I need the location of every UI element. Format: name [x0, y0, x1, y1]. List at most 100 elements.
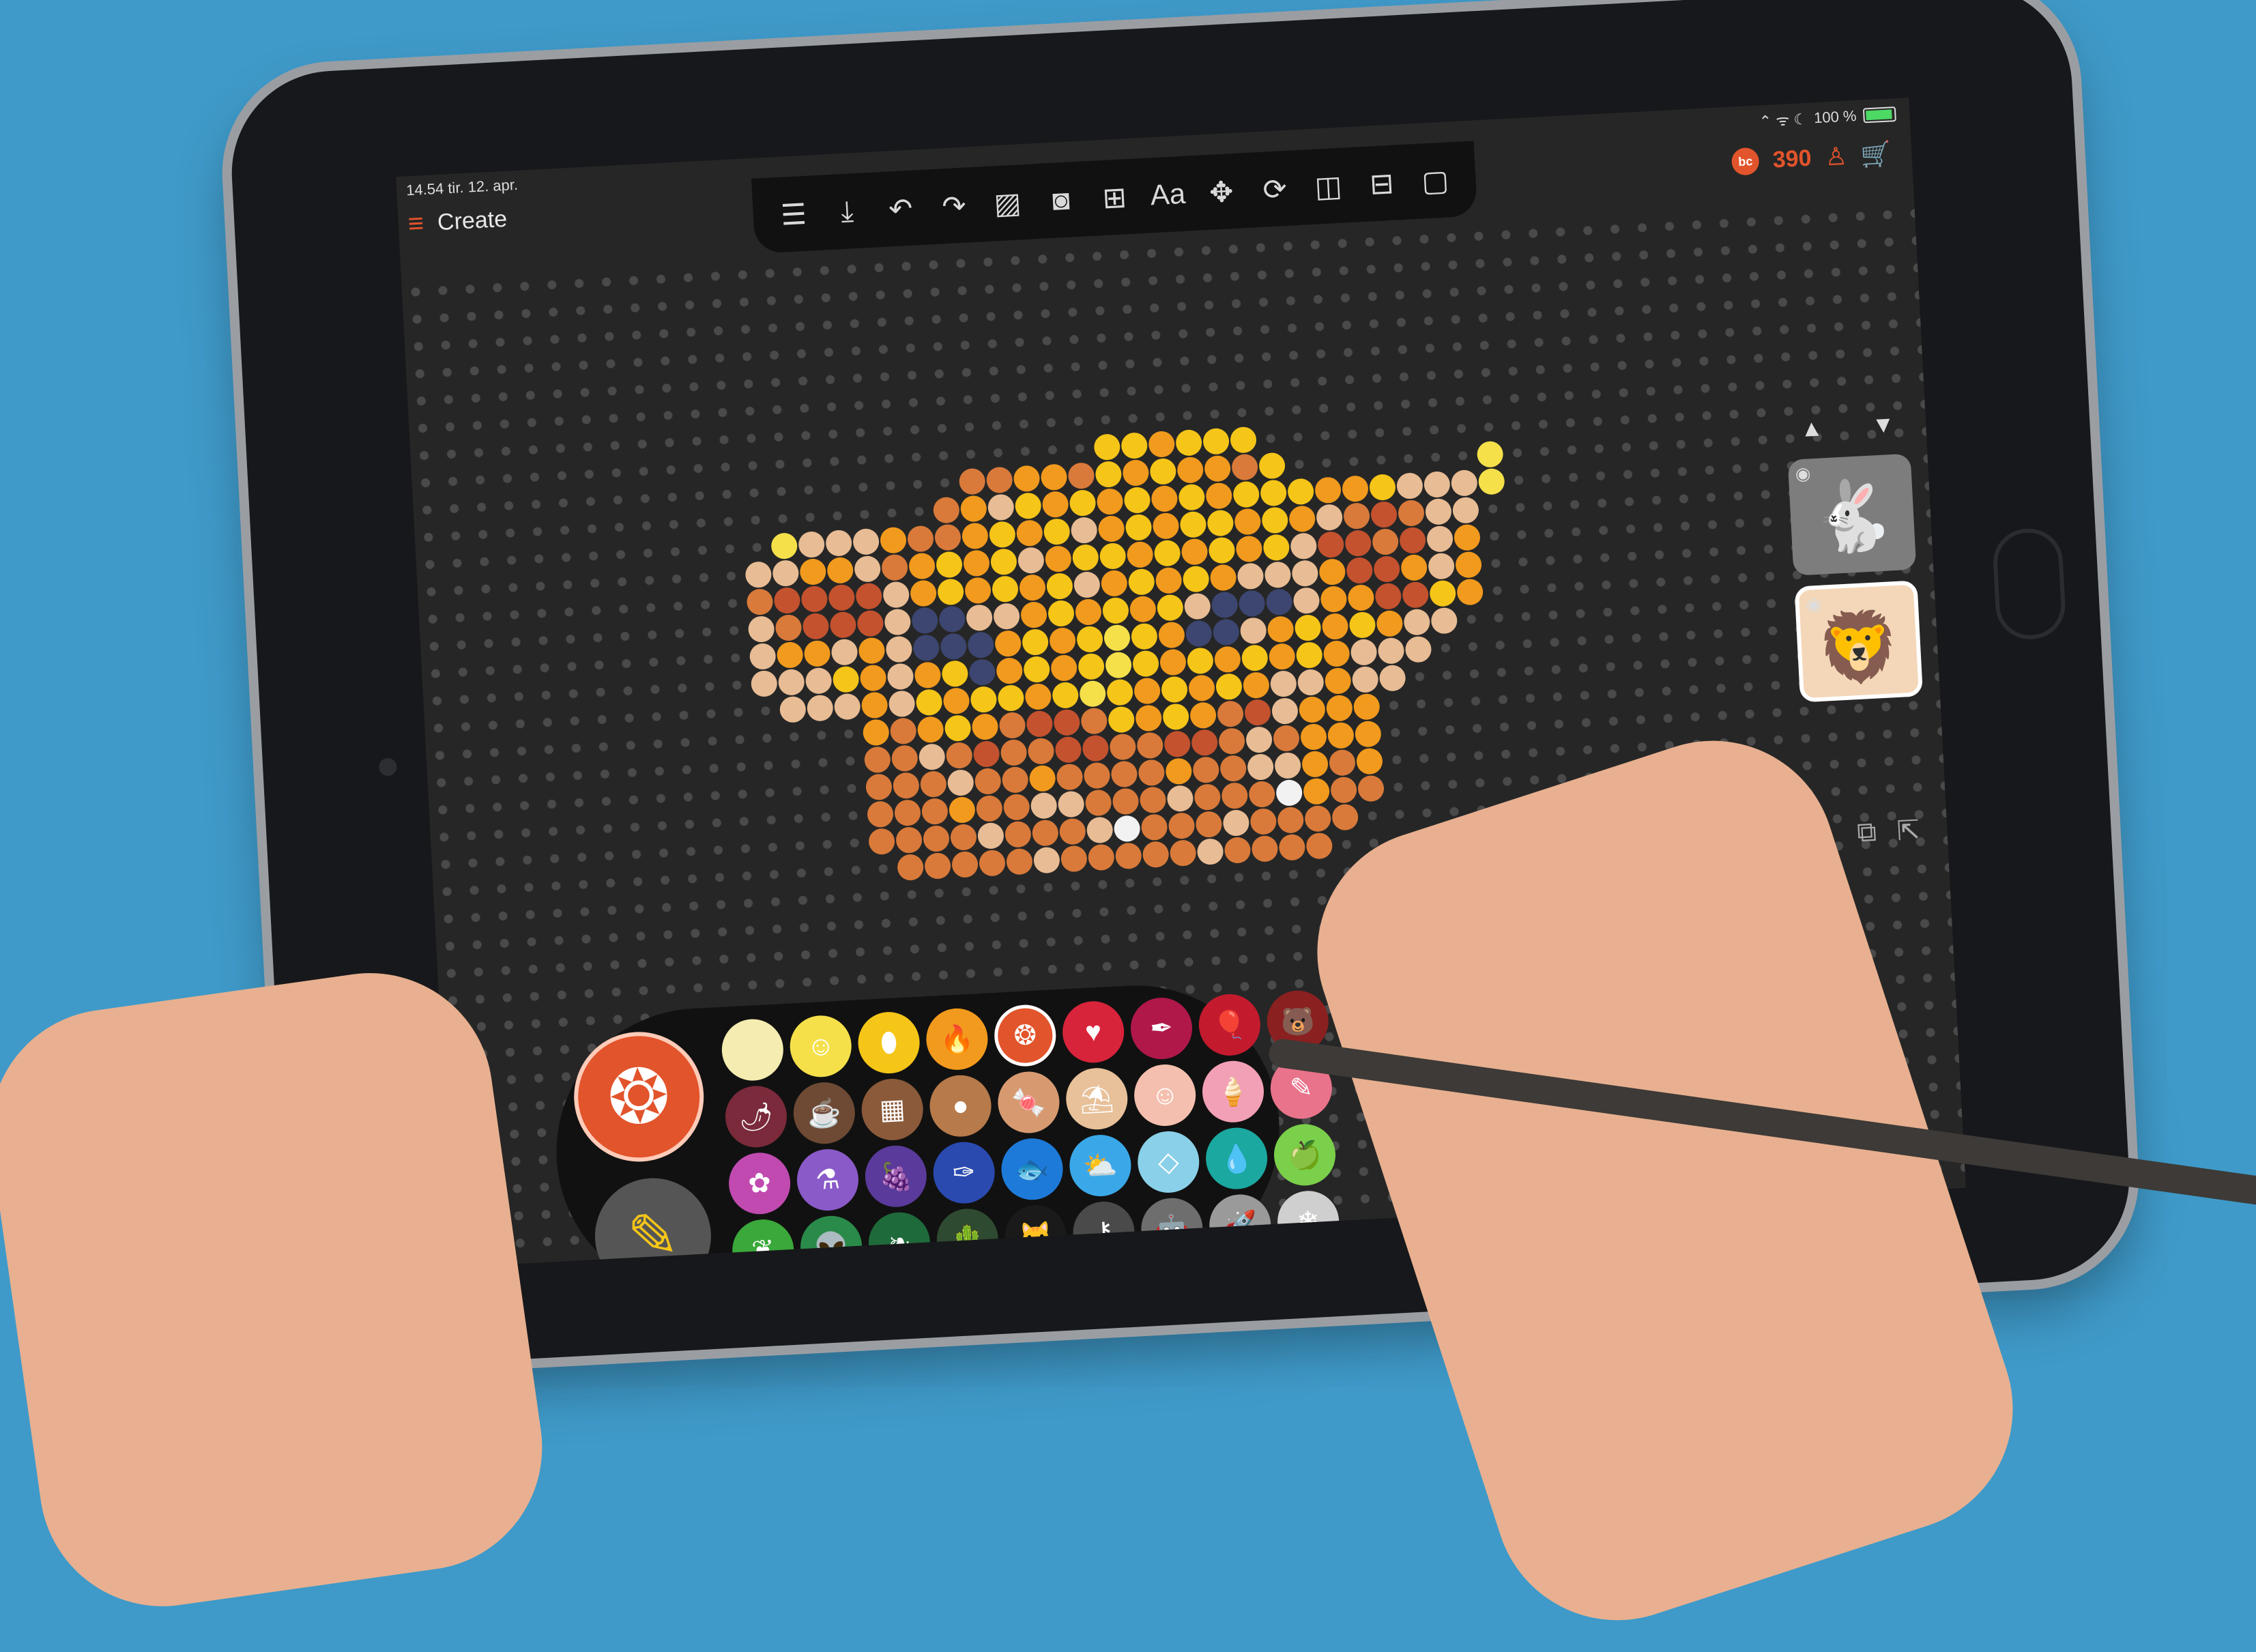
bead[interactable]: [1127, 541, 1154, 568]
bead[interactable]: [1398, 499, 1425, 527]
bead[interactable]: [1301, 751, 1329, 778]
user-icon[interactable]: ♙: [1824, 142, 1847, 172]
swatch-balloon-icon[interactable]: 🎈: [1197, 992, 1262, 1058]
bead[interactable]: [1261, 506, 1288, 534]
redo-icon[interactable]: ↷: [931, 188, 977, 223]
bead[interactable]: [751, 670, 778, 697]
bead[interactable]: [865, 773, 893, 800]
bead[interactable]: [1316, 504, 1343, 531]
bead[interactable]: [1013, 465, 1041, 492]
bead[interactable]: [1426, 525, 1454, 553]
bead[interactable]: [1267, 615, 1295, 643]
bead[interactable]: [994, 630, 1022, 657]
bead[interactable]: [1020, 601, 1047, 628]
bead[interactable]: [923, 825, 950, 852]
bead[interactable]: [1291, 560, 1318, 587]
bead[interactable]: [1158, 622, 1185, 649]
bead[interactable]: [1088, 843, 1115, 871]
bead[interactable]: [1270, 670, 1297, 697]
bead[interactable]: [1204, 455, 1231, 482]
frame-icon[interactable]: ▢: [1413, 162, 1458, 198]
bead[interactable]: [1356, 748, 1383, 775]
swatch-fish-icon[interactable]: 🐟: [1000, 1137, 1065, 1202]
bead[interactable]: [941, 660, 968, 687]
bead[interactable]: [908, 553, 936, 580]
bead[interactable]: [1214, 646, 1241, 673]
bead[interactable]: [1234, 508, 1261, 536]
bead[interactable]: [1023, 656, 1050, 683]
bead[interactable]: [1030, 792, 1058, 820]
bead[interactable]: [1122, 459, 1149, 487]
bead[interactable]: [1211, 592, 1239, 619]
bead[interactable]: [934, 524, 961, 551]
layer-down-icon[interactable]: ▼: [1871, 411, 1896, 439]
bead[interactable]: [1357, 775, 1385, 802]
bead[interactable]: [1112, 787, 1140, 815]
bead[interactable]: [1123, 487, 1151, 514]
bead[interactable]: [1423, 471, 1451, 498]
bead[interactable]: [855, 583, 882, 610]
bead[interactable]: [950, 824, 977, 851]
bead[interactable]: [1016, 519, 1043, 547]
bead[interactable]: [972, 713, 999, 740]
bead[interactable]: [1230, 426, 1257, 454]
layer-thumb-bunny[interactable]: ◉ 🐇: [1787, 453, 1917, 576]
bead[interactable]: [1451, 469, 1478, 497]
bead[interactable]: [1125, 514, 1153, 541]
bead[interactable]: [1184, 593, 1211, 620]
swatch-flower-icon[interactable]: ✿: [727, 1151, 792, 1216]
swatch-candy-icon[interactable]: 🍬: [996, 1070, 1061, 1135]
bead[interactable]: [1060, 845, 1088, 873]
bead[interactable]: [1114, 815, 1141, 842]
bead[interactable]: [1115, 842, 1142, 869]
bead[interactable]: [1347, 584, 1374, 611]
bead[interactable]: [1231, 454, 1258, 481]
bead[interactable]: [1277, 807, 1304, 834]
bead[interactable]: [1278, 834, 1305, 861]
bead[interactable]: [1050, 654, 1078, 682]
bead[interactable]: [1176, 457, 1204, 484]
bead[interactable]: [992, 575, 1019, 603]
bead[interactable]: [863, 719, 890, 747]
bead[interactable]: [1093, 433, 1120, 461]
bead[interactable]: [968, 658, 996, 686]
bead[interactable]: [1396, 472, 1423, 499]
bead[interactable]: [1185, 620, 1213, 648]
bead[interactable]: [1373, 555, 1400, 583]
bead[interactable]: [895, 826, 923, 854]
bead[interactable]: [1452, 497, 1479, 524]
bead[interactable]: [1346, 557, 1373, 584]
bead[interactable]: [1105, 652, 1132, 679]
bead[interactable]: [1132, 650, 1159, 678]
bead[interactable]: [1141, 813, 1168, 841]
bead[interactable]: [943, 687, 970, 714]
bead[interactable]: [1129, 596, 1157, 623]
swatch-key-icon[interactable]: ⚷: [1071, 1200, 1136, 1265]
bead[interactable]: [1271, 697, 1299, 725]
bead[interactable]: [1006, 848, 1033, 875]
bead[interactable]: [1320, 585, 1347, 613]
bead[interactable]: [970, 686, 997, 713]
bead[interactable]: [1071, 517, 1098, 544]
bead[interactable]: [1084, 762, 1111, 789]
bead[interactable]: [1247, 753, 1274, 781]
cart-icon[interactable]: 🛒: [1860, 139, 1892, 169]
bead[interactable]: [1178, 484, 1205, 511]
bead[interactable]: [1197, 838, 1224, 865]
bead[interactable]: [1297, 669, 1325, 696]
bead[interactable]: [1241, 644, 1269, 671]
bead[interactable]: [1260, 480, 1287, 507]
bead[interactable]: [976, 795, 1003, 822]
bead[interactable]: [979, 850, 1006, 877]
bead[interactable]: [1344, 530, 1372, 557]
swatch-banana-icon[interactable]: ⬮: [856, 1010, 921, 1075]
bead[interactable]: [1243, 671, 1270, 699]
bead[interactable]: [1318, 558, 1346, 585]
bead[interactable]: [1073, 571, 1101, 598]
bead[interactable]: [748, 615, 775, 643]
bead[interactable]: [973, 740, 1000, 768]
bead[interactable]: [1042, 491, 1069, 518]
bead[interactable]: [1103, 624, 1131, 652]
bead[interactable]: [1136, 732, 1163, 759]
bead[interactable]: [1189, 701, 1217, 729]
